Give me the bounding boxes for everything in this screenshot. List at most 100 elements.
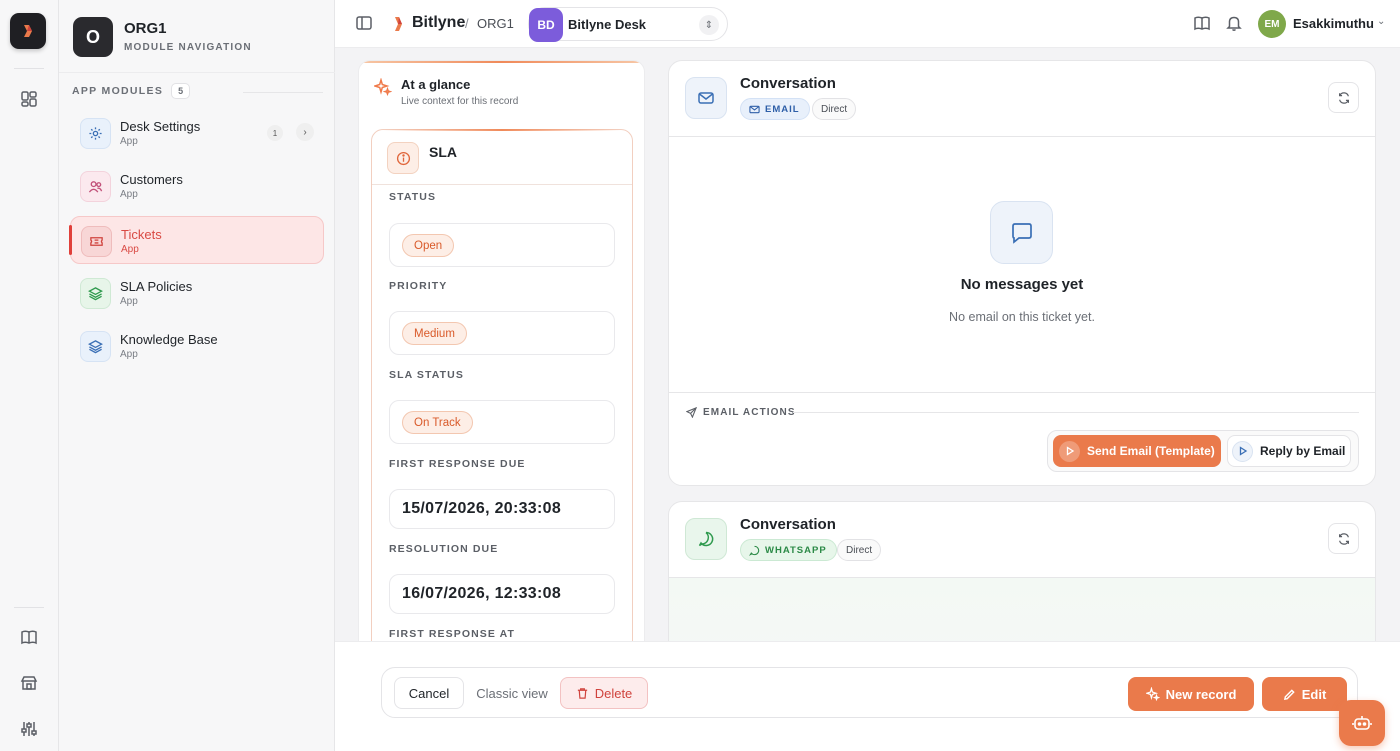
chevron-down-icon[interactable]: ⌄	[1377, 16, 1385, 27]
conversation-header: Conversation WHATSAPP Direct	[669, 502, 1375, 578]
sla-title: SLA	[429, 144, 457, 160]
footer: Cancel Classic view Delete New record Ed…	[335, 641, 1400, 751]
info-icon	[387, 142, 419, 174]
reply-by-email-label: Reply by Email	[1260, 444, 1346, 458]
field-label-sla-status: SLA STATUS	[389, 369, 464, 381]
first-response-due-value: 15/07/2026, 20:33:08	[402, 500, 562, 517]
field-label-first-response-at: FIRST RESPONSE AT	[389, 628, 516, 640]
channel-badge-email: EMAIL	[740, 98, 810, 120]
workspace-label: Bitlyne Desk	[568, 17, 647, 32]
docs-icon[interactable]	[1193, 14, 1213, 34]
refresh-icon[interactable]	[1328, 523, 1359, 554]
pencil-icon	[1283, 688, 1295, 700]
user-name[interactable]: Esakkimuthu	[1293, 16, 1374, 31]
edit-label: Edit	[1301, 686, 1327, 702]
email-actions-divider	[793, 412, 1359, 413]
email-conversation-card: Conversation EMAIL Direct No messages ye…	[668, 60, 1376, 486]
top-bar: Bitlyne / ORG1 BD Bitlyne Desk ⇕ EM Esak…	[335, 0, 1400, 48]
sidebar-item-sublabel: App	[120, 349, 138, 360]
sparkle-icon	[1145, 687, 1160, 701]
glance-subtitle: Live context for this record	[401, 96, 519, 107]
sidebar-item-sublabel: App	[121, 244, 139, 255]
glance-title: At a glance	[401, 77, 471, 92]
edit-button[interactable]: Edit	[1262, 677, 1347, 711]
cancel-button[interactable]: Cancel	[394, 677, 464, 709]
modules-heading-label: APP MODULES	[72, 85, 164, 97]
sidebar-toggle-icon[interactable]	[355, 14, 375, 34]
store-icon[interactable]	[16, 670, 42, 696]
sidebar-item-label: SLA Policies	[120, 279, 193, 294]
book-icon[interactable]	[16, 624, 42, 650]
breadcrumb-separator: /	[465, 16, 469, 31]
field-label-first-response-due: FIRST RESPONSE DUE	[389, 458, 526, 470]
delete-button[interactable]: Delete	[560, 677, 648, 709]
workspace-switcher[interactable]: BD Bitlyne Desk ⇕	[528, 7, 728, 42]
status-badge: Open	[402, 234, 455, 257]
icon-rail	[0, 0, 59, 751]
module-sidebar: O ORG1 MODULE NAVIGATION APP MODULES 5 D…	[59, 0, 335, 751]
bot-icon	[1352, 716, 1372, 730]
sidebar-item-customers[interactable]: Customers App	[70, 162, 324, 210]
sliders-icon[interactable]	[16, 716, 42, 742]
at-a-glance-panel: At a glance Live context for this record…	[358, 60, 645, 660]
whatsapp-icon	[685, 518, 727, 560]
chat-icon	[749, 545, 760, 556]
org-header: O ORG1 MODULE NAVIGATION	[59, 0, 335, 73]
channel-badge-label: EMAIL	[765, 103, 800, 115]
sidebar-item-desk-settings[interactable]: Desk Settings App 1 ›	[70, 109, 324, 157]
user-avatar[interactable]: EM	[1258, 10, 1286, 38]
sla-status-badge: On Track	[402, 411, 473, 434]
play-icon	[1059, 440, 1080, 462]
breadcrumb-org[interactable]: ORG1	[477, 16, 514, 31]
new-record-button[interactable]: New record	[1128, 677, 1254, 711]
send-email-template-label: Send Email (Template)	[1087, 444, 1215, 458]
trash-icon	[577, 687, 587, 699]
workspace-avatar: BD	[529, 8, 563, 42]
reply-by-email-button[interactable]: Reply by Email	[1227, 435, 1351, 467]
new-record-label: New record	[1165, 686, 1237, 702]
status-field: Open	[389, 223, 615, 267]
classic-view-button[interactable]: Classic view	[472, 677, 552, 709]
app-logo-icon[interactable]	[10, 13, 46, 49]
ticket-icon	[81, 226, 112, 257]
settings-gear-icon	[80, 118, 111, 149]
sidebar-item-label: Tickets	[121, 227, 162, 242]
org-name: ORG1	[124, 20, 167, 37]
rail-divider	[14, 607, 44, 608]
layers-icon	[80, 331, 111, 362]
rail-divider	[14, 68, 44, 69]
bell-icon[interactable]	[1225, 14, 1245, 34]
sidebar-item-knowledge-base[interactable]: Knowledge Base App	[70, 322, 324, 370]
direction-badge: Direct	[837, 539, 882, 561]
field-label-status: STATUS	[389, 191, 437, 203]
brand-name[interactable]: Bitlyne	[412, 14, 465, 32]
org-avatar[interactable]: O	[73, 17, 113, 57]
email-actions-label: EMAIL ACTIONS	[703, 407, 796, 418]
empty-state-subtitle: No email on this ticket yet.	[949, 310, 1095, 324]
send-email-template-button[interactable]: Send Email (Template)	[1053, 435, 1221, 467]
record-action-bar: Cancel Classic view Delete New record Ed…	[381, 667, 1358, 718]
sidebar-item-label: Customers	[120, 172, 183, 187]
org-subtitle: MODULE NAVIGATION	[124, 42, 252, 53]
delete-label: Delete	[594, 685, 633, 701]
chevron-right-icon[interactable]: ›	[296, 123, 314, 141]
updown-arrows-icon: ⇕	[699, 15, 719, 35]
dashboard-grid-icon[interactable]	[16, 86, 42, 112]
sidebar-item-tickets[interactable]: Tickets App	[69, 216, 324, 264]
priority-badge: Medium	[402, 322, 467, 345]
modules-heading: APP MODULES 5	[72, 83, 191, 99]
conversation-title: Conversation	[740, 516, 836, 533]
sidebar-item-sla-policies[interactable]: SLA Policies App	[70, 269, 324, 317]
chat-bubble-icon	[990, 201, 1053, 264]
conversation-header: Conversation EMAIL Direct	[669, 61, 1375, 137]
sparkle-icon	[372, 77, 393, 101]
conversation-title: Conversation	[740, 75, 836, 92]
field-label-priority: PRIORITY	[389, 280, 448, 292]
section-divider	[669, 392, 1375, 393]
mail-icon	[749, 105, 760, 113]
refresh-icon[interactable]	[1328, 82, 1359, 113]
assistant-bot-button[interactable]	[1339, 700, 1385, 746]
resolution-due-value: 16/07/2026, 12:33:08	[402, 585, 562, 602]
priority-field: Medium	[389, 311, 615, 355]
sidebar-item-sublabel: App	[120, 136, 138, 147]
